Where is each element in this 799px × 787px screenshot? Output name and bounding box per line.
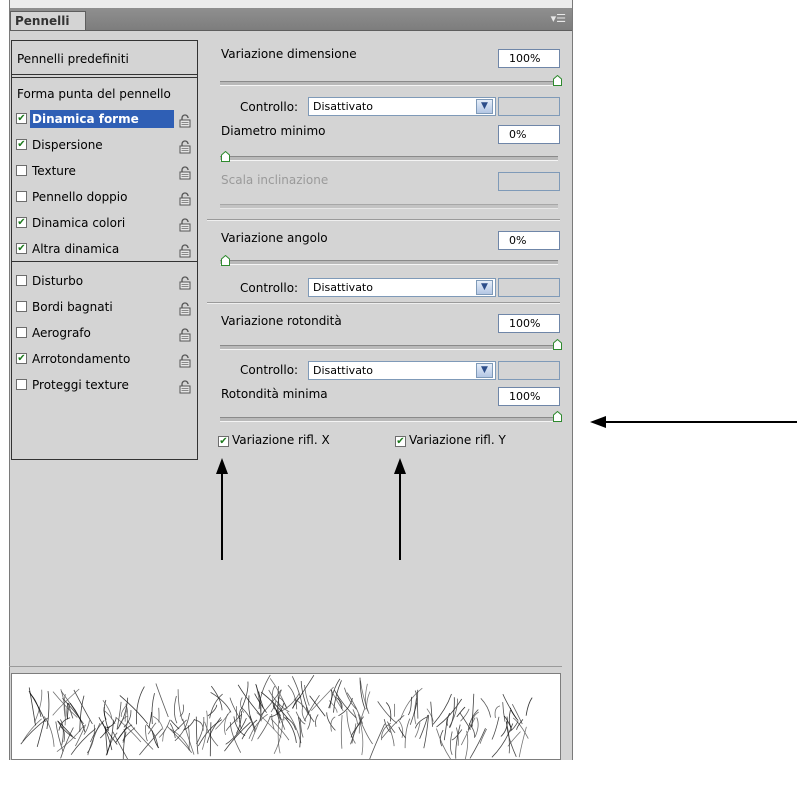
arrow-left-icon <box>590 416 797 428</box>
annotation-arrows <box>216 416 797 560</box>
arrow-up-icon <box>394 458 406 560</box>
arrow-up-icon <box>216 458 228 560</box>
